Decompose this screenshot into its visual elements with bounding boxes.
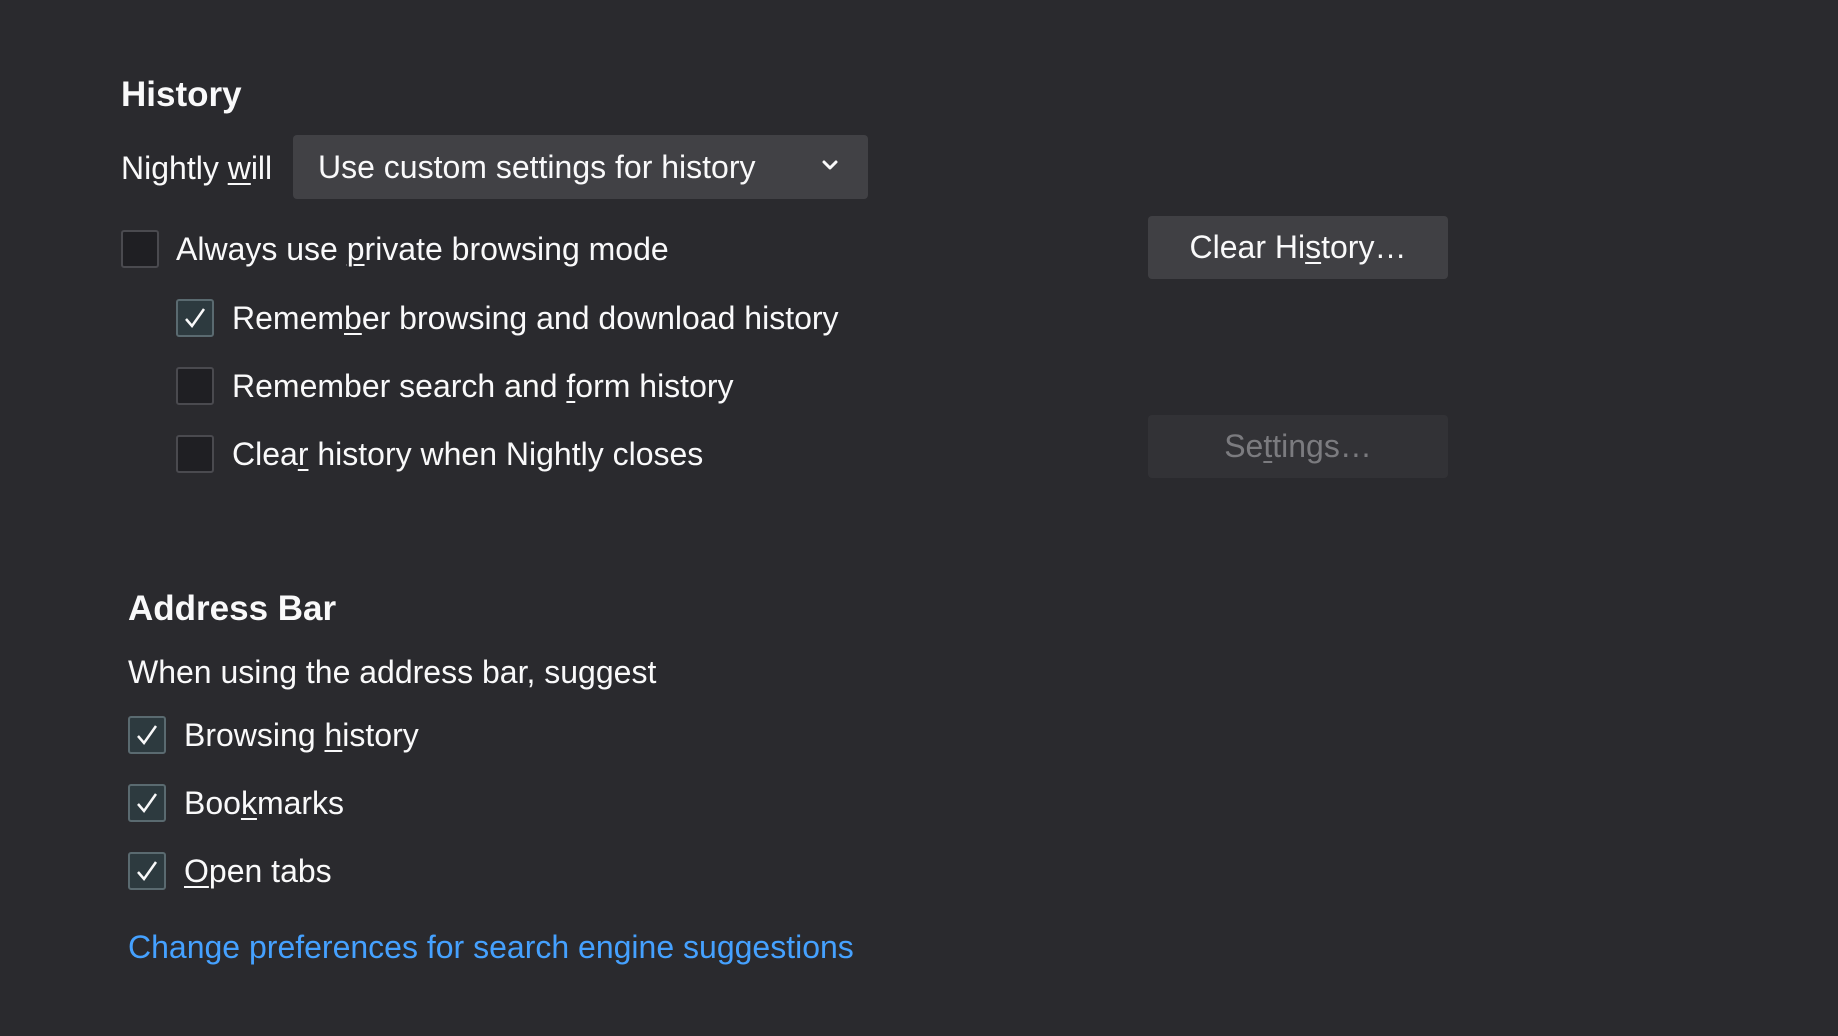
suggest-open-tabs-checkbox[interactable] [128, 852, 166, 890]
suggest-open-tabs-label: Open tabs [184, 853, 332, 889]
history-mode-dropdown[interactable]: Use custom settings for history [293, 135, 868, 199]
private-browsing-label: Always use private browsing mode [176, 231, 669, 267]
remember-browsing-label: Remember browsing and download history [232, 300, 839, 336]
history-mode-selected: Use custom settings for history [318, 148, 756, 185]
clear-on-close-checkbox[interactable] [176, 435, 214, 473]
checkbox-row-bookmarks[interactable]: Bookmarks [128, 784, 344, 822]
clear-on-close-label: Clear history when Nightly closes [232, 436, 704, 472]
checkmark-icon [137, 861, 158, 882]
remember-browsing-checkbox[interactable] [176, 299, 214, 337]
remember-search-label: Remember search and form history [232, 368, 734, 404]
nightly-will-label: Nightly will [121, 150, 273, 186]
history-settings-button: Se t tings… [1148, 415, 1448, 478]
checkmark-icon [185, 308, 206, 329]
checkbox-row-browsing-history[interactable]: Browsing history [128, 716, 419, 754]
suggest-history-checkbox[interactable] [128, 716, 166, 754]
checkbox-row-remember-search[interactable]: Remember search and form history [176, 367, 734, 405]
suggest-history-label: Browsing history [184, 717, 419, 753]
address-bar-description: When using the address bar, suggest [128, 654, 657, 690]
search-suggestions-link[interactable]: Change preferences for search engine sug… [128, 927, 854, 967]
checkbox-row-private-browsing[interactable]: Always use private browsing mode [121, 230, 669, 268]
checkmark-icon [137, 793, 158, 814]
suggest-bookmarks-checkbox[interactable] [128, 784, 166, 822]
checkmark-icon [137, 725, 158, 746]
chevron-down-icon [822, 160, 838, 170]
clear-history-button[interactable]: Clear Hi s tory… [1148, 216, 1448, 279]
private-browsing-checkbox[interactable] [121, 230, 159, 268]
checkbox-row-remember-browsing[interactable]: Remember browsing and download history [176, 299, 839, 337]
address-bar-heading: Address Bar [128, 589, 337, 628]
checkbox-row-open-tabs[interactable]: Open tabs [128, 852, 332, 890]
remember-search-checkbox[interactable] [176, 367, 214, 405]
checkbox-row-clear-on-close[interactable]: Clear history when Nightly closes [176, 435, 703, 473]
suggest-bookmarks-label: Bookmarks [184, 785, 345, 821]
history-heading: History [121, 75, 242, 114]
